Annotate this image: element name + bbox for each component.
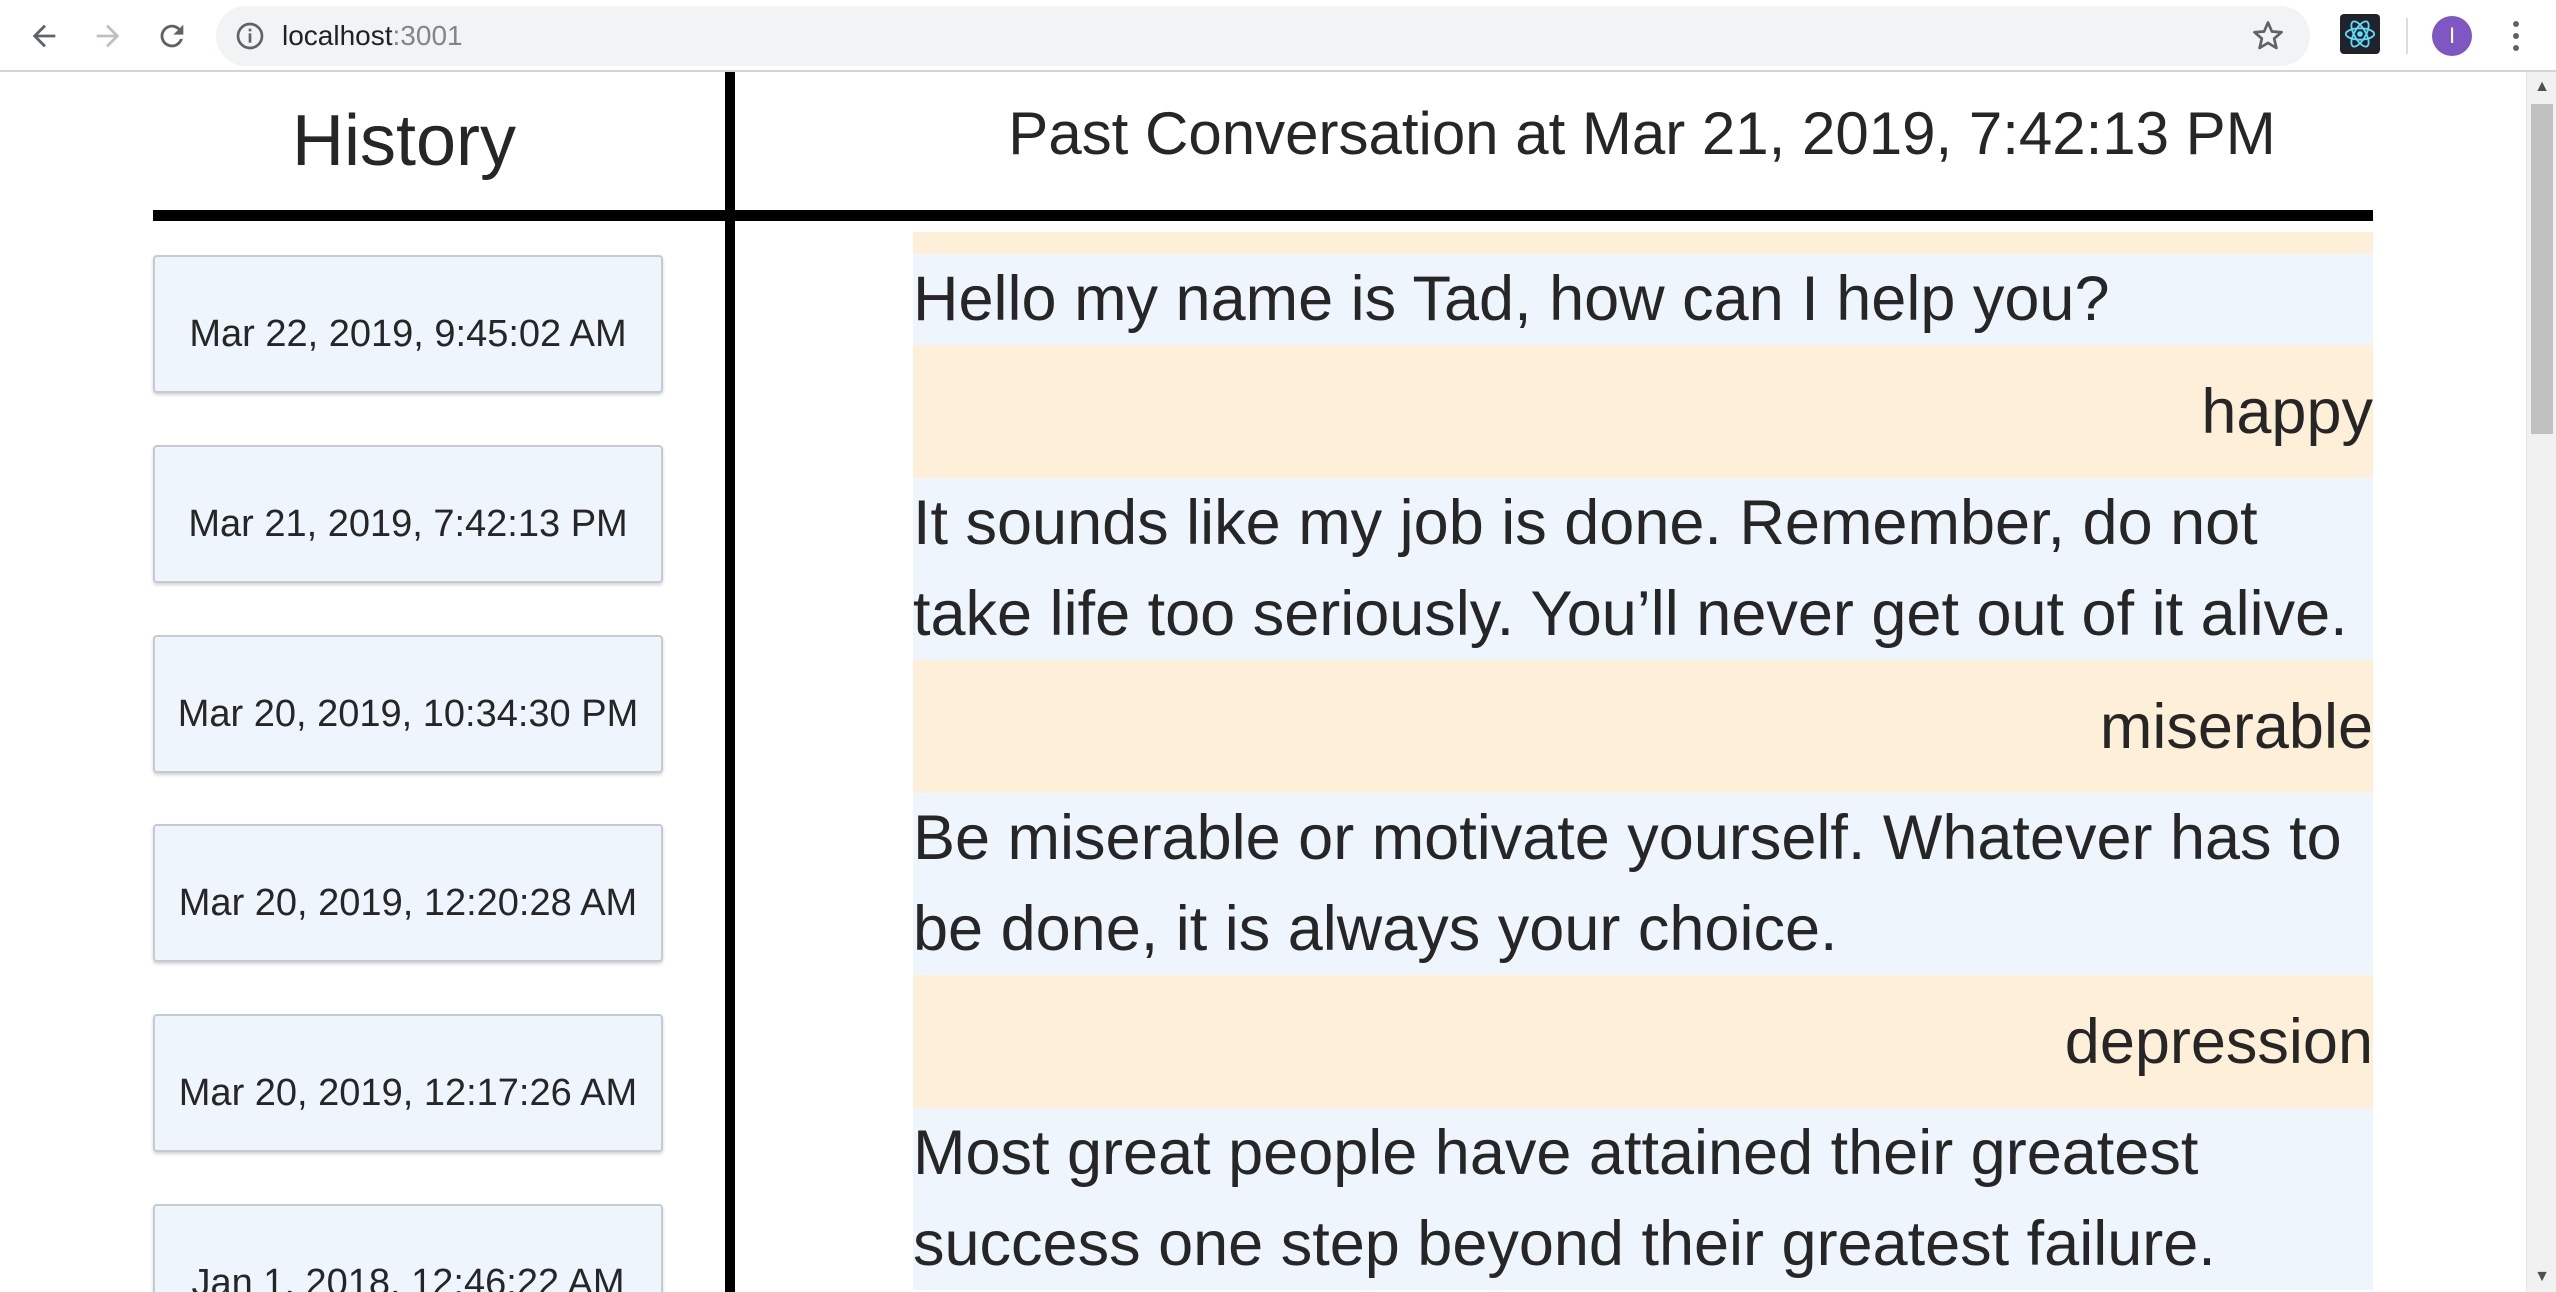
reload-button[interactable] (148, 12, 196, 60)
horizontal-divider (153, 210, 2373, 221)
bot-message: Most great people have attained their gr… (913, 1108, 2373, 1290)
back-button[interactable] (20, 12, 68, 60)
address-bar[interactable]: localhost:3001 (216, 6, 2310, 66)
arrow-left-icon (32, 24, 56, 48)
forward-button[interactable] (84, 12, 132, 60)
conversation-log: Hello my name is Tad, how can I help you… (913, 232, 2373, 1290)
info-icon[interactable] (234, 20, 266, 52)
user-message: miserable (913, 660, 2373, 793)
history-item[interactable]: Mar 22, 2019, 9:45:02 AM (153, 255, 663, 393)
message-strip (913, 232, 2373, 254)
react-devtools-icon (2344, 20, 2376, 48)
history-item[interactable]: Mar 21, 2019, 7:42:13 PM (153, 445, 663, 583)
url-port: :3001 (392, 20, 463, 51)
history-title: History (291, 101, 516, 181)
user-message: happy (913, 345, 2373, 478)
history-item[interactable]: Mar 20, 2019, 10:34:30 PM (153, 635, 663, 773)
url-host: localhost (282, 20, 393, 51)
bot-message: It sounds like my job is done. Remember,… (913, 478, 2373, 660)
reload-icon (160, 24, 184, 48)
history-item[interactable]: Jan 1, 2018, 12:46:22 AM (153, 1204, 663, 1292)
page-scrollbar[interactable]: ▲ ▼ (2526, 72, 2556, 1292)
user-message: depression (913, 975, 2373, 1108)
profile-avatar[interactable]: I (2432, 16, 2472, 56)
history-item[interactable]: Mar 20, 2019, 12:20:28 AM (153, 824, 663, 962)
scroll-down-icon[interactable]: ▼ (2527, 1262, 2556, 1292)
bot-message: Hello my name is Tad, how can I help you… (913, 254, 2373, 345)
react-devtools-button[interactable] (2340, 14, 2380, 54)
history-item[interactable]: Mar 20, 2019, 12:17:26 AM (153, 1014, 663, 1152)
arrow-right-icon (96, 24, 120, 48)
bot-message: Be miserable or motivate yourself. Whate… (913, 793, 2373, 975)
scroll-up-icon[interactable]: ▲ (2527, 72, 2556, 102)
star-icon[interactable] (2250, 18, 2286, 54)
more-vert-icon[interactable] (2500, 14, 2532, 58)
conversation-title: Past Conversation at Mar 21, 2019, 7:42:… (1008, 100, 2276, 167)
toolbar-separator (2406, 18, 2408, 54)
scrollbar-thumb[interactable] (2531, 104, 2553, 434)
page-viewport: History Past Conversation at Mar 21, 201… (0, 72, 2526, 1292)
vertical-divider (725, 72, 735, 1292)
url-text[interactable]: localhost:3001 (282, 6, 463, 66)
browser-toolbar: localhost:3001 I (0, 0, 2556, 72)
